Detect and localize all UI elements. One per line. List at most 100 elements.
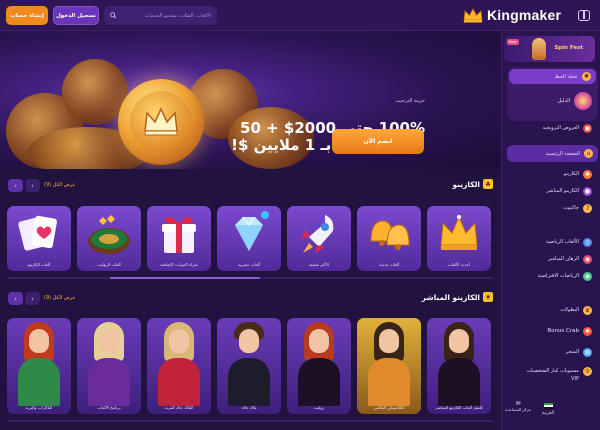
- card-caption: ألعاب جديدة: [378, 262, 400, 267]
- dealer-outfit: [88, 358, 130, 406]
- coin-face: [130, 91, 192, 153]
- crown-coin-image: [118, 79, 204, 165]
- sidebar-item-guide[interactable]: الدليل: [511, 90, 596, 112]
- card-caption: ألعاب حصرية: [238, 262, 260, 267]
- signup-button[interactable]: إنشاء حساب: [6, 6, 48, 25]
- trophy-icon: ♛: [583, 305, 592, 315]
- sidebar-item-bonus-crab[interactable]: ✱ Bonus Crab: [511, 325, 596, 337]
- live-card-game-show[interactable]: برنامج الألعاب: [77, 318, 141, 414]
- arrow-left-icon[interactable]: ‹: [8, 179, 23, 192]
- sidebar-item-label: الكازينو المباشر: [546, 188, 579, 194]
- live-casino-scrollbar[interactable]: [8, 420, 493, 422]
- language-selector[interactable]: العربية: [537, 403, 559, 416]
- live-card-roulette[interactable]: روليت: [287, 318, 351, 414]
- live-card-top-live[interactable]: أفضل ألعاب الكازينو المباشر: [427, 318, 491, 414]
- live-casino-section-title: ♦ الكازينو المباشر: [422, 292, 493, 302]
- live-casino-section-header: ‹ › عرض الكل (9) ♦ الكازينو المباشر: [0, 291, 501, 307]
- sidebar-item-live-betting[interactable]: ◉ الرهان المباشر: [511, 253, 596, 265]
- search-icon: [110, 12, 117, 19]
- help-icon: ✉: [515, 400, 521, 407]
- spin-fest-promo[interactable]: New Spin Fest: [504, 36, 595, 62]
- arrow-left-icon[interactable]: ‹: [8, 292, 23, 305]
- card-caption: ألعاب الكازينو: [27, 262, 51, 267]
- card-caption: بلاك جاك: [241, 405, 257, 410]
- dealer-outfit: [298, 358, 340, 406]
- sidebar-item-tournaments[interactable]: ♛ البطولات: [511, 304, 596, 316]
- sidebar-item-promotions[interactable]: ▣ العروض الترويجية: [511, 121, 596, 135]
- arrow-right-icon[interactable]: ›: [25, 179, 40, 192]
- live-card-flex-blackjack[interactable]: البلاك جاك المرنة: [147, 318, 211, 414]
- app-page: حزمة الترحيب 100% حتى 2000$ + 50 فرصة لل…: [0, 0, 600, 430]
- rocket-icon: [301, 215, 334, 253]
- sidebar-item-sports[interactable]: ◎ الألعاب الرياضية: [511, 236, 596, 248]
- category-card-latest[interactable]: أحدث الألعاب: [427, 206, 491, 271]
- crown-icon: [144, 107, 178, 136]
- search-box[interactable]: [104, 6, 217, 25]
- join-now-button[interactable]: انضم الآن: [332, 129, 424, 154]
- casino-scroll-thumb[interactable]: [110, 277, 260, 279]
- dealer-face: [379, 329, 399, 353]
- home-icon: ⌂: [584, 149, 593, 158]
- live-card-classic[interactable]: الكلاسيكي العالمي: [357, 318, 421, 414]
- category-card-popular[interactable]: الأكثر شعبية: [287, 206, 351, 271]
- card-caption: برنامج الألعاب: [97, 405, 121, 410]
- controller-icon: ◆: [583, 271, 592, 281]
- sidebar-item-label: الدليل: [557, 98, 570, 104]
- sidebar-item-vip[interactable]: ♔ مستويات كبار الشخصيات VIP: [511, 367, 596, 389]
- sidebar-item-home[interactable]: ⌂ الصفحة الرئيسية: [507, 145, 598, 162]
- sidebar-item-live-casino[interactable]: ● الكازينو المباشر: [511, 185, 596, 197]
- gift-icon: ▣: [583, 123, 592, 133]
- book-icon: [574, 92, 592, 110]
- sidebar-item-jackpot[interactable]: 7 جاكبوت: [511, 202, 596, 214]
- category-card-casino-games[interactable]: ألعاب الكازينو: [7, 206, 71, 271]
- card-caption: أحدث الألعاب: [447, 262, 471, 267]
- category-card-feature-buy[interactable]: شراء الميزات الإضافية: [147, 206, 211, 271]
- brand-logo[interactable]: Kingmaker: [463, 7, 561, 23]
- sidebar-item-label: جاكبوت: [563, 205, 579, 211]
- wheel-icon: ✺: [582, 72, 591, 81]
- card-caption: البلاك جاك المرنة: [164, 405, 194, 410]
- sidebar-item-virtual-sports[interactable]: ◆ الرياضات الافتراضية: [511, 270, 596, 282]
- category-card-new-games[interactable]: ألعاب جديدة: [357, 206, 421, 271]
- top-bar: إنشاء حساب تسجيل الدخول Kingmaker: [0, 0, 600, 31]
- category-card-exclusive[interactable]: ألعاب حصرية: [217, 206, 281, 271]
- arrow-right-icon[interactable]: ›: [25, 292, 40, 305]
- sidebar-item-casino[interactable]: ♠ الكازينو: [511, 168, 596, 180]
- dealer-outfit: [368, 358, 410, 406]
- live-card-blackjack[interactable]: بلاك جاك: [217, 318, 281, 414]
- carousel-arrows: ‹ ›: [8, 292, 40, 305]
- help-center-link[interactable]: ✉ مركز المساعدة: [503, 400, 533, 412]
- search-input[interactable]: [121, 12, 211, 19]
- sidebar-toggle-icon[interactable]: [578, 10, 590, 21]
- promo-label: Spin Fest: [554, 45, 583, 51]
- new-badge: New: [507, 39, 519, 45]
- casino-view-all-link[interactable]: عرض الكل (9): [44, 182, 76, 188]
- bells-icon: [370, 220, 410, 250]
- card-caption: روليت: [313, 405, 325, 410]
- dealer-outfit: [158, 358, 200, 406]
- card-caption: ألعاب الروليت: [97, 262, 121, 267]
- live-casino-view-all-link[interactable]: عرض الكل (9): [44, 295, 76, 301]
- live-icon: ◉: [583, 254, 592, 264]
- dealer-face: [99, 329, 119, 353]
- dealer-face: [239, 329, 259, 353]
- banner-subtitle: حزمة الترحيب: [395, 98, 426, 104]
- sidebar-item-wheel[interactable]: ✺ عجلة الحظ: [509, 69, 596, 84]
- playing-cards-icon: [18, 215, 57, 251]
- category-card-roulette[interactable]: ألعاب الروليت: [77, 206, 141, 271]
- dealer-outfit: [438, 358, 480, 406]
- section-title-text: الكازينو: [452, 179, 480, 189]
- live-card-baccarat[interactable]: الباكارات والتريد: [7, 318, 71, 414]
- sidebar-item-shop[interactable]: ▤ المتجر: [511, 346, 596, 358]
- crab-icon: ✱: [583, 326, 592, 336]
- sidebar-item-label: الصفحة الرئيسية: [545, 150, 581, 157]
- shop-icon: ▤: [583, 347, 592, 357]
- sidebar-item-label: العروض الترويجية: [542, 125, 579, 131]
- sidebar-item-label: البطولات: [560, 307, 579, 313]
- login-button[interactable]: تسجيل الدخول: [53, 6, 99, 25]
- sidebar-item-label: الرهان المباشر: [548, 256, 579, 262]
- sidebar-item-label: الرياضات الافتراضية: [537, 273, 579, 279]
- card-caption: أفضل ألعاب الكازينو المباشر: [435, 405, 483, 410]
- gift-box-icon: [162, 216, 196, 253]
- sidebar-item-label: المتجر: [565, 349, 579, 355]
